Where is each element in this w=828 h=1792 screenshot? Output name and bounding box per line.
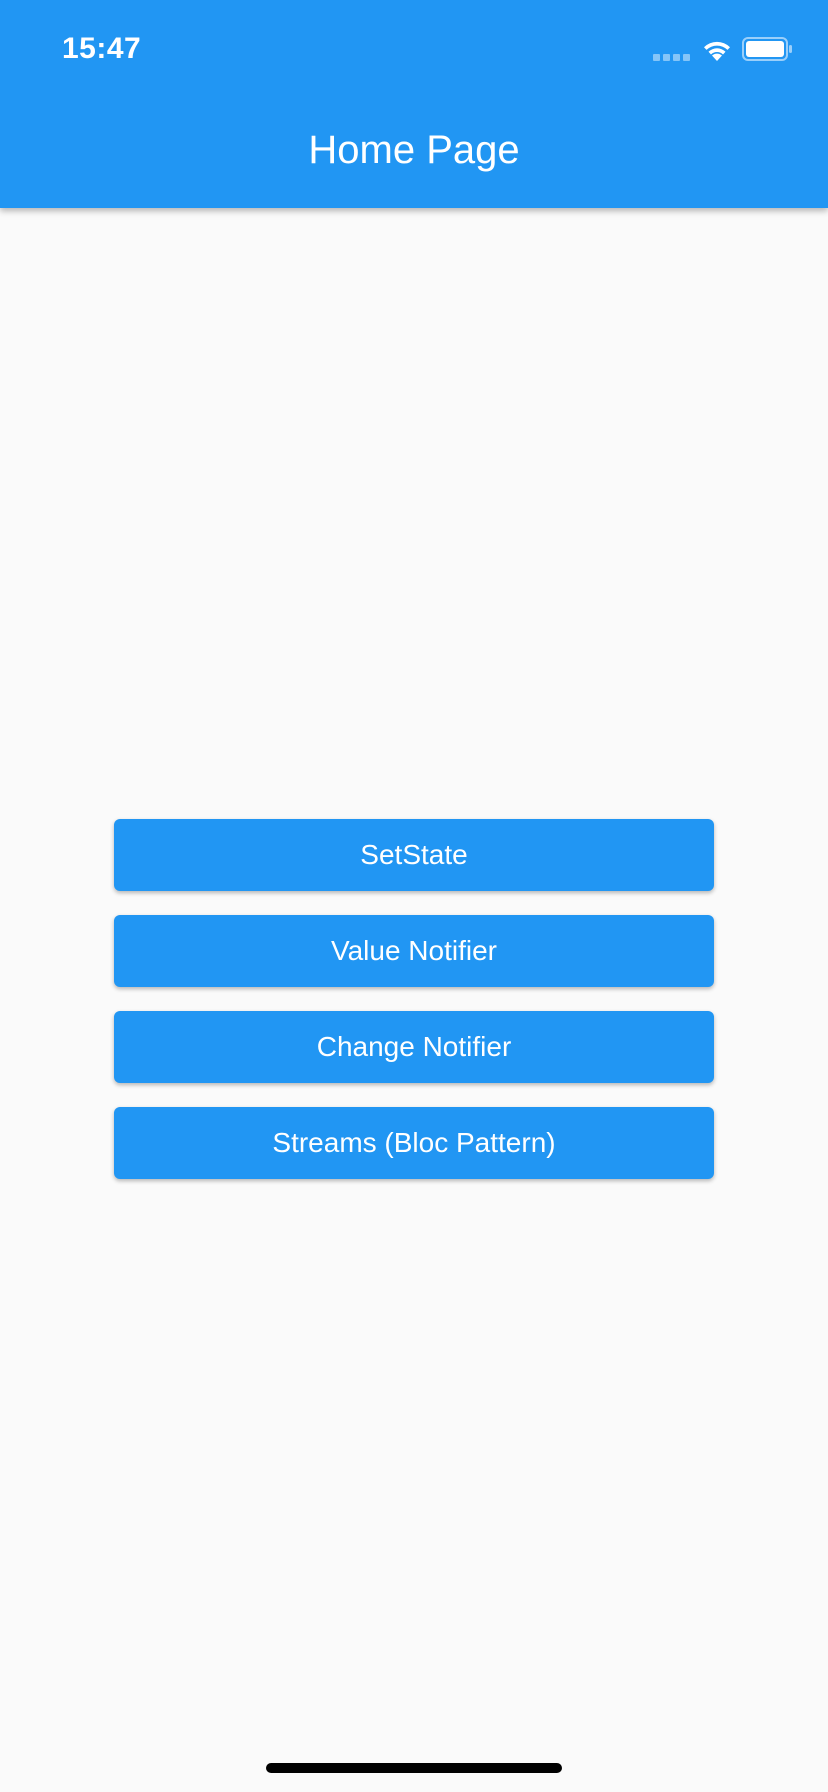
wifi-icon xyxy=(704,41,730,61)
cellular-signal-icon xyxy=(653,54,691,61)
value-notifier-button[interactable]: Value Notifier xyxy=(114,915,714,987)
change-notifier-button[interactable]: Change Notifier xyxy=(114,1011,714,1083)
streams-bloc-pattern-button[interactable]: Streams (Bloc Pattern) xyxy=(114,1107,714,1179)
app-bar: 15:47 Home Page xyxy=(0,0,828,208)
button-list: SetState Value Notifier Change Notifier … xyxy=(114,819,714,1203)
status-time: 15:47 xyxy=(62,32,142,65)
home-indicator[interactable] xyxy=(266,1763,562,1773)
battery-icon xyxy=(742,37,792,61)
setstate-button[interactable]: SetState xyxy=(114,819,714,891)
page-title: Home Page xyxy=(308,128,520,172)
